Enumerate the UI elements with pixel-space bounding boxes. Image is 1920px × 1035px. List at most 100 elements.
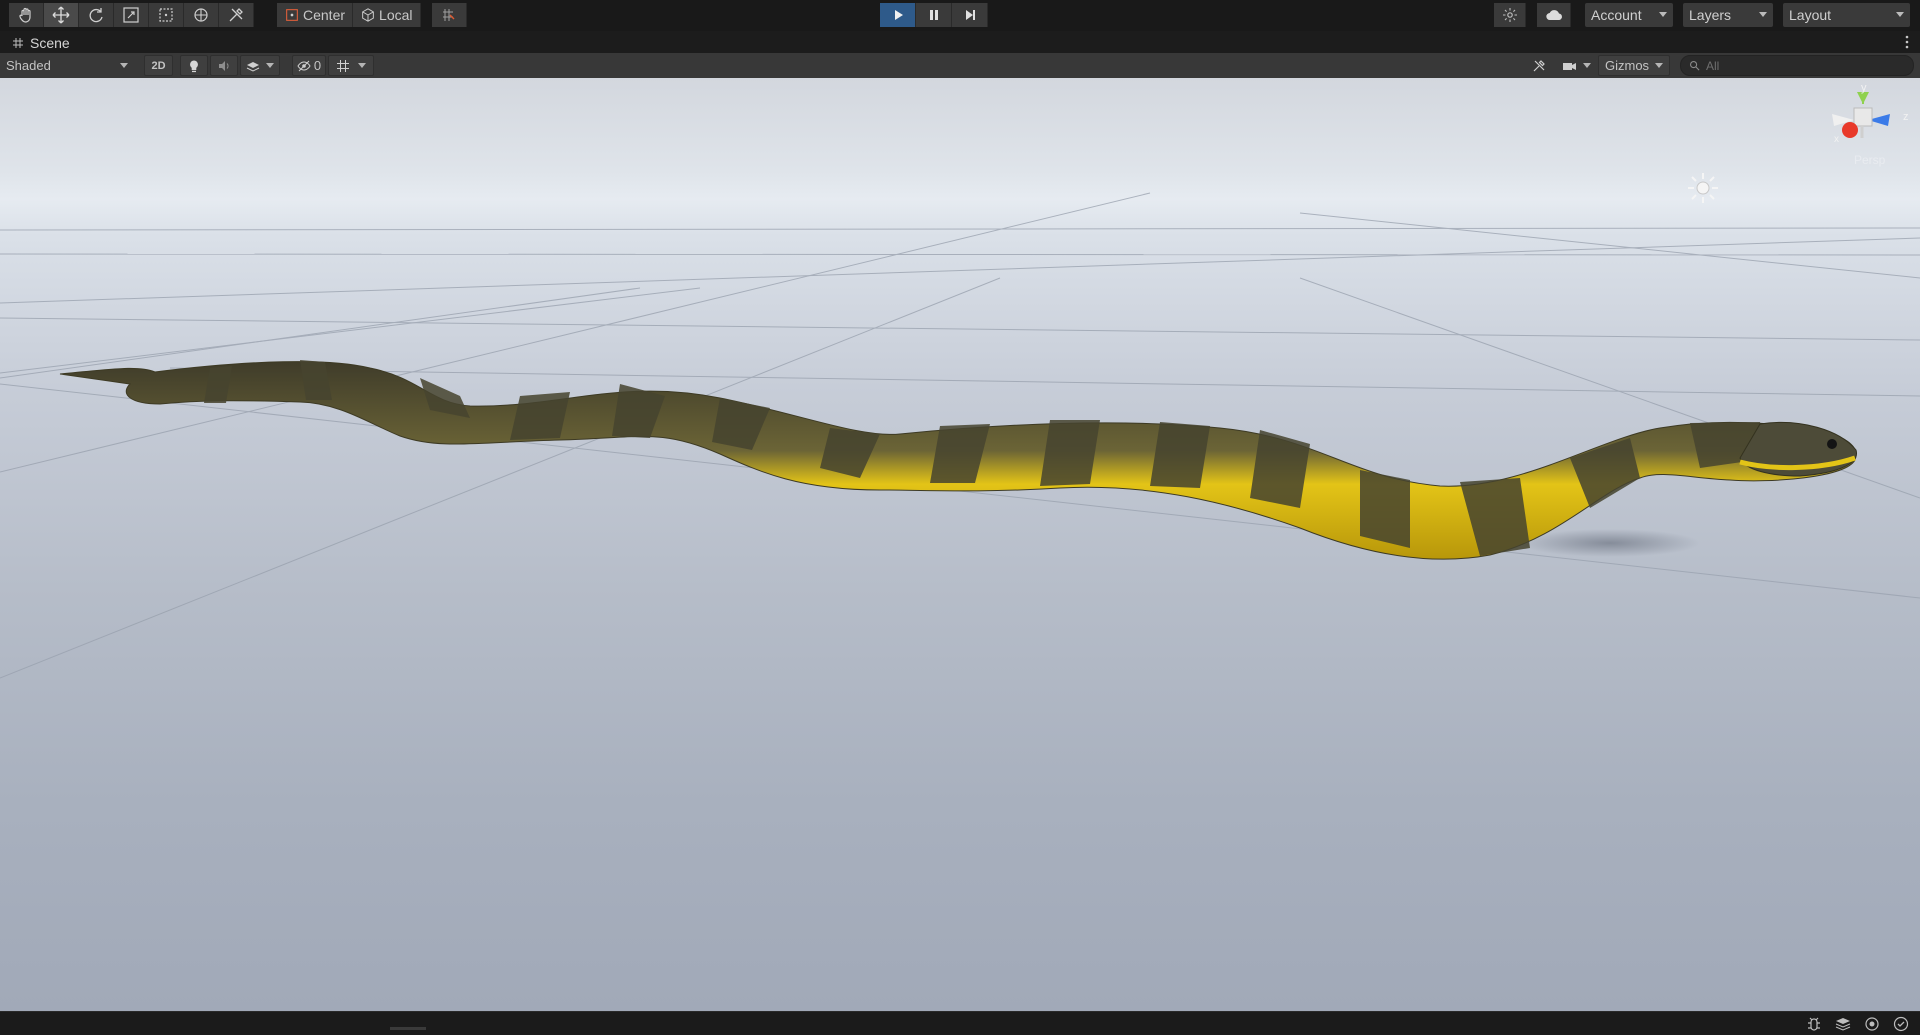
custom-tool-button[interactable] — [219, 3, 254, 27]
rotate-tool-button[interactable] — [79, 3, 114, 27]
pivot-center-icon — [286, 9, 298, 21]
2d-label: 2D — [151, 59, 166, 72]
hand-tool-button[interactable] — [9, 3, 44, 27]
grid-icon — [337, 59, 349, 72]
chevron-down-icon — [1655, 63, 1663, 68]
axis-z-label: z — [1903, 111, 1909, 123]
chevron-down-icon — [1896, 12, 1904, 17]
draw-mode-label: Shaded — [6, 58, 51, 73]
snap-group — [432, 3, 467, 27]
effects-layers-icon — [246, 61, 260, 72]
grid-snap-button[interactable] — [432, 3, 467, 27]
rect-tool-button[interactable] — [149, 3, 184, 27]
snake-shadow — [1520, 529, 1700, 557]
services-icon — [1502, 8, 1517, 22]
search-placeholder: All — [1706, 58, 1720, 73]
play-controls — [880, 3, 988, 27]
scene-toolbar: Shaded 2D 0 Gizmos All — [0, 53, 1920, 79]
rotate-icon — [89, 8, 103, 23]
move-tool-button[interactable] — [44, 3, 79, 27]
chevron-down-icon — [358, 63, 366, 68]
projection-label[interactable]: Persp — [1854, 153, 1885, 167]
tools-icon — [1533, 59, 1545, 71]
chevron-down-icon — [1759, 12, 1767, 17]
gizmos-label: Gizmos — [1605, 58, 1650, 73]
rect-transform-icon — [159, 8, 173, 22]
local-cube-icon — [362, 8, 374, 22]
pause-icon — [929, 10, 938, 20]
chevron-down-icon — [1659, 12, 1667, 17]
hidden-eye-icon — [297, 60, 311, 71]
cloud-button[interactable] — [1537, 3, 1571, 27]
hand-icon — [19, 7, 31, 23]
draw-mode-dropdown[interactable]: Shaded — [0, 55, 134, 76]
axis-x-label: x — [1834, 134, 1839, 145]
pause-button[interactable] — [916, 3, 952, 27]
layout-label: Layout — [1789, 7, 1832, 23]
speaker-icon — [219, 60, 229, 71]
camera-dropdown[interactable] — [1558, 55, 1594, 76]
transform-tool-button[interactable] — [184, 3, 219, 27]
scene-visibility-toggle[interactable]: 0 — [292, 55, 326, 76]
grid-snap-icon — [443, 9, 455, 21]
chevron-down-icon — [1582, 63, 1591, 68]
status-progress — [390, 1027, 426, 1030]
play-button[interactable] — [880, 3, 916, 27]
audio-toggle[interactable] — [210, 55, 238, 76]
effects-dropdown[interactable] — [240, 55, 280, 76]
light-bulb-icon — [190, 60, 198, 72]
scale-tool-button[interactable] — [114, 3, 149, 27]
grid-dropdown[interactable] — [328, 55, 374, 76]
orientation-gizmo[interactable]: y x z Persp — [1820, 82, 1910, 184]
gizmos-dropdown[interactable]: Gizmos — [1598, 55, 1670, 76]
snake-eye — [1827, 439, 1837, 449]
pivot-mode-toggle[interactable]: Center — [277, 3, 354, 27]
scale-icon — [123, 7, 139, 23]
snake-model — [59, 360, 1857, 560]
account-dropdown[interactable]: Account — [1585, 3, 1673, 27]
2d-toggle[interactable]: 2D — [144, 55, 173, 76]
debug-bug-icon[interactable] — [1805, 1015, 1823, 1033]
tool-group — [9, 3, 254, 27]
scene-tab[interactable]: Scene — [6, 33, 76, 53]
pivot-rotation-label: Local — [379, 7, 413, 23]
check-circle-icon[interactable] — [1892, 1015, 1910, 1033]
cloud-icon — [1545, 10, 1562, 21]
move-arrows-icon — [52, 6, 70, 24]
tools-icon — [229, 8, 243, 22]
account-label: Account — [1591, 7, 1642, 23]
sun-light-icon[interactable] — [1686, 171, 1720, 205]
step-icon — [965, 10, 975, 20]
layout-dropdown[interactable]: Layout — [1783, 3, 1910, 27]
step-button[interactable] — [952, 3, 988, 27]
camera-icon — [1562, 62, 1576, 70]
pivot-mode-label: Center — [303, 7, 346, 23]
layers-label: Layers — [1689, 7, 1732, 23]
scene-tab-label: Scene — [30, 35, 70, 51]
more-options-icon[interactable] — [1904, 34, 1910, 50]
axis-y-label: y — [1861, 82, 1867, 94]
chevron-down-icon — [120, 63, 128, 68]
scene-render — [0, 192, 1920, 679]
pivot-rotation-toggle[interactable]: Local — [353, 3, 421, 27]
scene-viewport[interactable]: y x z Persp — [0, 78, 1920, 1011]
scene-grid-icon — [13, 38, 23, 48]
chevron-down-icon — [266, 63, 274, 68]
pivot-group: Center Local — [277, 3, 421, 27]
collab-button[interactable] — [1494, 3, 1526, 27]
services-group — [1494, 3, 1526, 27]
scene-tab-bar: Scene — [0, 31, 1920, 53]
stack-layers-icon[interactable] — [1834, 1015, 1852, 1033]
main-toolbar: Center Local Account Layers Layout — [0, 0, 1920, 31]
search-icon — [1690, 61, 1700, 71]
transform-icon — [194, 8, 208, 22]
layers-dropdown[interactable]: Layers — [1683, 3, 1773, 27]
tools-overlay-button[interactable] — [1528, 55, 1550, 76]
cloud-group — [1537, 3, 1571, 27]
hidden-count: 0 — [313, 58, 322, 73]
search-field[interactable]: All — [1680, 55, 1914, 76]
target-icon[interactable] — [1863, 1015, 1881, 1033]
status-bar — [0, 1011, 1920, 1035]
play-icon — [894, 10, 903, 20]
lighting-toggle[interactable] — [180, 55, 208, 76]
